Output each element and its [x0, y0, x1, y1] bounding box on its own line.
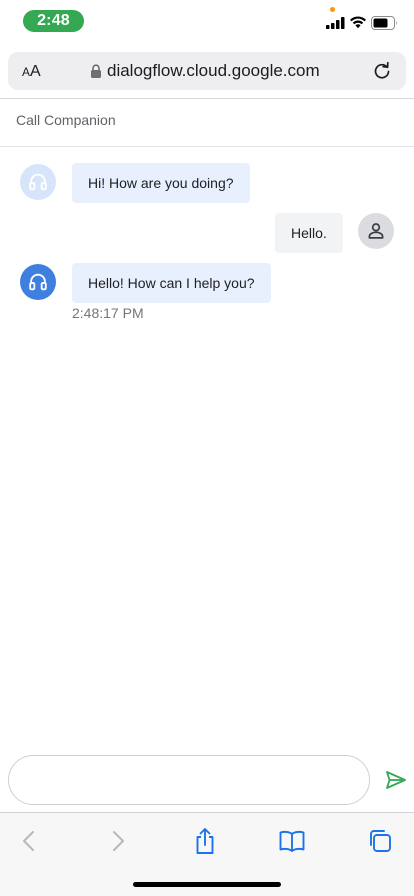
headset-icon: [29, 173, 47, 191]
wifi-icon: [350, 16, 366, 29]
tabs-button[interactable]: [365, 827, 395, 855]
home-indicator: [133, 882, 281, 887]
user-avatar: [358, 213, 394, 249]
person-icon: [368, 223, 384, 239]
divider: [0, 98, 414, 99]
message-bubble-bot: Hello! How can I help you?: [72, 263, 271, 303]
url-text: dialogflow.cloud.google.com: [107, 61, 320, 80]
status-bar: 2:48: [0, 0, 414, 44]
address-bar[interactable]: AA dialogflow.cloud.google.com: [8, 52, 406, 90]
back-icon: [23, 831, 34, 851]
bot-avatar: [20, 264, 56, 300]
url-field[interactable]: dialogflow.cloud.google.com: [90, 52, 320, 90]
bot-avatar: [20, 164, 56, 200]
message-bubble-user: Hello.: [275, 213, 343, 253]
text-size-button[interactable]: AA: [22, 52, 41, 90]
forward-button[interactable]: [103, 827, 133, 855]
share-button[interactable]: [190, 827, 220, 855]
status-time: 2:48: [23, 10, 84, 32]
tabs-icon: [370, 830, 391, 852]
chat-title: Call Companion: [16, 112, 116, 128]
aa-small-label: A: [22, 65, 31, 79]
signal-icon: [326, 17, 345, 29]
battery-icon: [371, 16, 397, 30]
bookmarks-icon: [279, 830, 305, 852]
privacy-indicator-dot: [330, 7, 335, 12]
aa-large-label: A: [30, 63, 41, 80]
lock-icon: [91, 64, 101, 78]
reload-icon[interactable]: [372, 61, 392, 81]
message-input-row: [0, 750, 414, 810]
forward-icon: [113, 831, 124, 851]
share-icon: [196, 828, 214, 854]
bookmarks-button[interactable]: [277, 827, 307, 855]
divider: [0, 146, 414, 147]
headset-icon: [29, 273, 47, 291]
message-input[interactable]: [8, 755, 370, 805]
send-icon[interactable]: [384, 768, 408, 792]
back-button[interactable]: [14, 827, 44, 855]
message-timestamp: 2:48:17 PM: [72, 305, 144, 321]
message-bubble-bot: Hi! How are you doing?: [72, 163, 250, 203]
